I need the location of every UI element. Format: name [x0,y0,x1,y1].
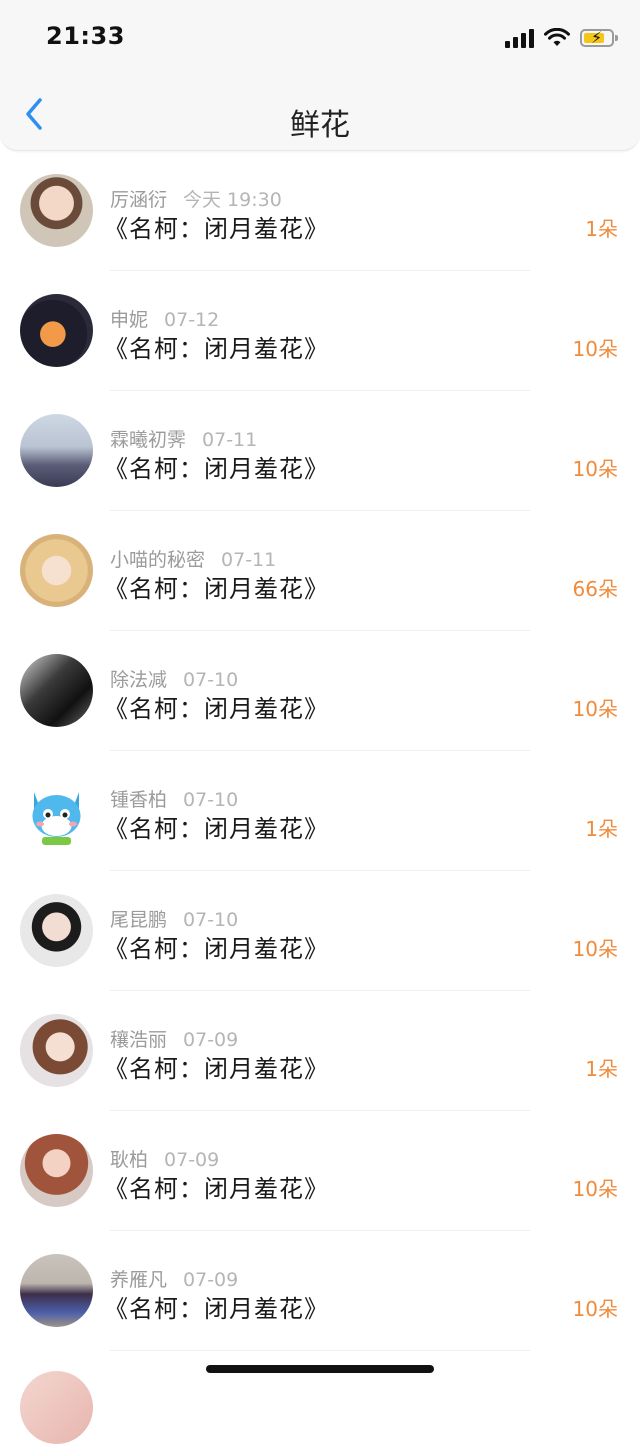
home-indicator[interactable] [206,1365,434,1373]
avatar[interactable] [20,1371,93,1444]
list-item[interactable]: 小喵的秘密 07-11 《名柯：闭月羞花》 66朵 [0,511,640,631]
movie-title: 《名柯：闭月羞花》 [104,1295,329,1323]
list-item[interactable]: 养雁凡 07-09 《名柯：闭月羞花》 10朵 [0,1231,640,1351]
avatar[interactable] [20,1014,93,1087]
wifi-icon [544,28,570,46]
list-item[interactable]: 除法减 07-10 《名柯：闭月羞花》 10朵 [0,631,640,751]
movie-title: 《名柯：闭月羞花》 [104,1055,329,1083]
status-time: 21:33 [46,22,125,50]
user-name[interactable]: 尾昆鹏 [110,909,167,931]
user-name[interactable]: 申妮 [110,309,148,331]
flower-count: 10朵 [572,937,618,961]
avatar[interactable] [20,654,93,727]
timestamp: 07-10 [183,669,239,691]
timestamp: 07-10 [183,909,239,931]
page-title: 鲜花 [290,108,350,143]
movie-title: 《名柯：闭月羞花》 [104,1175,329,1203]
user-name[interactable]: 穰浩丽 [110,1029,167,1051]
avatar[interactable] [20,1254,93,1327]
avatar[interactable] [20,894,93,967]
user-name[interactable]: 除法减 [110,669,167,691]
flower-count: 1朵 [585,217,618,241]
movie-title: 《名柯：闭月羞花》 [104,215,329,243]
flower-count: 10朵 [572,697,618,721]
status-icons: ⚡ [505,26,618,50]
timestamp: 07-11 [202,429,258,451]
movie-title: 《名柯：闭月羞花》 [104,695,329,723]
avatar[interactable] [20,534,93,607]
user-name[interactable]: 霖曦初霁 [110,429,186,451]
timestamp: 07-09 [183,1029,239,1051]
user-name[interactable]: 锺香柏 [110,789,167,811]
nav-bar: 鲜花 [0,80,640,151]
list-item[interactable]: 耿柏 07-09 《名柯：闭月羞花》 10朵 [0,1111,640,1231]
movie-title: 《名柯：闭月羞花》 [104,575,329,603]
timestamp: 07-09 [183,1269,239,1291]
user-name[interactable]: 耿柏 [110,1149,148,1171]
user-name[interactable]: 小喵的秘密 [110,549,205,571]
movie-title: 《名柯：闭月羞花》 [104,335,329,363]
avatar[interactable] [20,414,93,487]
list-item[interactable]: 尾昆鹏 07-10 《名柯：闭月羞花》 10朵 [0,871,640,991]
timestamp: 07-09 [164,1149,220,1171]
flower-count: 1朵 [585,817,618,841]
divider [110,1350,530,1351]
battery-icon: ⚡ [580,28,618,47]
avatar[interactable] [20,174,93,247]
status-bar: 21:33 ⚡ [0,0,640,80]
list-item[interactable]: 穰浩丽 07-09 《名柯：闭月羞花》 1朵 [0,991,640,1111]
flower-count: 10朵 [572,1177,618,1201]
movie-title: 《名柯：闭月羞花》 [104,935,329,963]
movie-title: 《名柯：闭月羞花》 [104,455,329,483]
timestamp: 07-10 [183,789,239,811]
user-name[interactable]: 养雁凡 [110,1269,167,1291]
movie-title: 《名柯：闭月羞花》 [104,815,329,843]
user-name[interactable]: 厉涵衍 [110,189,167,211]
cellular-signal-icon [505,28,534,48]
flower-count: 10朵 [572,337,618,361]
flower-count: 10朵 [572,457,618,481]
timestamp: 07-12 [164,309,220,331]
flower-count: 10朵 [572,1297,618,1321]
flower-count: 1朵 [585,1057,618,1081]
avatar[interactable] [20,294,93,367]
flower-count: 66朵 [572,577,618,601]
avatar[interactable] [20,774,93,847]
list-item[interactable]: 锺香柏 07-10 《名柯：闭月羞花》 1朵 [0,751,640,871]
flower-list: 厉涵衍 今天 19:30 《名柯：闭月羞花》 1朵 申妮 07-12 《名柯：闭月羞… [0,151,640,1351]
avatar[interactable] [20,1134,93,1207]
list-item[interactable]: 霖曦初霁 07-11 《名柯：闭月羞花》 10朵 [0,391,640,511]
list-item[interactable]: 厉涵衍 今天 19:30 《名柯：闭月羞花》 1朵 [0,151,640,271]
list-item[interactable]: 申妮 07-12 《名柯：闭月羞花》 10朵 [0,271,640,391]
timestamp: 07-11 [221,549,277,571]
timestamp: 今天 19:30 [183,189,282,211]
